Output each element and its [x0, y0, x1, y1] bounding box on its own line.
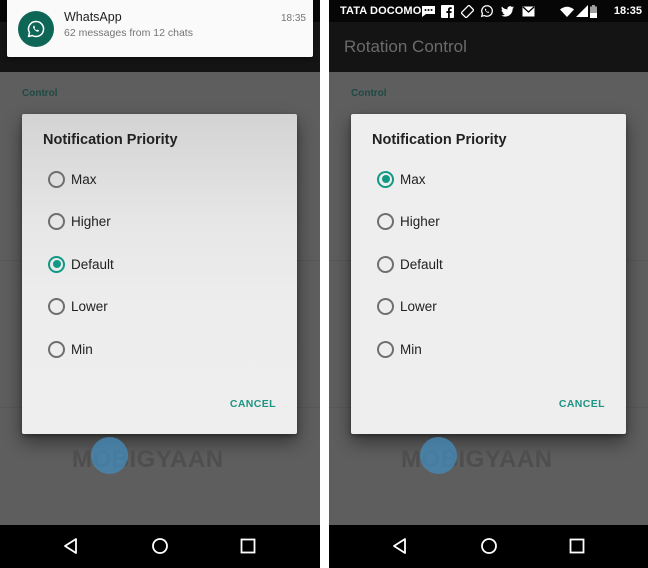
- signal-icon: [575, 4, 589, 18]
- notification-priority-dialog: Notification Priority Max Higher Default…: [351, 114, 626, 434]
- rotation-icon: [460, 4, 474, 18]
- option-label: Max: [400, 171, 426, 187]
- watermark-logo-icon: [91, 437, 128, 474]
- back-icon: [64, 538, 77, 554]
- watermark: MOBIGYAAN: [401, 437, 581, 476]
- email-icon: [521, 4, 535, 18]
- recents-icon: [569, 538, 585, 554]
- option-min[interactable]: Min: [48, 337, 278, 361]
- cancel-button[interactable]: CANCEL: [559, 398, 605, 410]
- option-label: Default: [71, 256, 114, 272]
- back-icon: [393, 538, 406, 554]
- option-higher[interactable]: Higher: [377, 209, 607, 233]
- option-max[interactable]: Max: [377, 167, 607, 191]
- option-label: Min: [71, 341, 93, 357]
- dialog-title: Notification Priority: [43, 132, 178, 148]
- back-button[interactable]: [60, 535, 82, 557]
- notification-priority-dialog: Notification Priority Max Higher Default…: [22, 114, 297, 434]
- recents-button[interactable]: [566, 535, 588, 557]
- facebook-icon: [440, 4, 454, 18]
- carrier-name: TATA DOCOMO: [340, 5, 422, 17]
- radio-button-checked[interactable]: [377, 170, 394, 188]
- option-lower[interactable]: Lower: [377, 294, 607, 318]
- option-min[interactable]: Min: [377, 337, 607, 361]
- cancel-button[interactable]: CANCEL: [230, 398, 276, 410]
- notification-text: 62 messages from 12 chats: [64, 27, 193, 39]
- watermark: MOBIGYAAN: [72, 437, 252, 476]
- recents-icon: [240, 538, 256, 554]
- message-icon: [420, 4, 436, 18]
- app-bar: Rotation Control: [329, 22, 648, 72]
- back-button[interactable]: [389, 535, 411, 557]
- option-default[interactable]: Default: [377, 252, 607, 276]
- option-lower[interactable]: Lower: [48, 294, 278, 318]
- home-icon: [481, 538, 497, 554]
- notification-time: 18:35: [280, 13, 306, 24]
- wifi-icon: [560, 4, 574, 18]
- option-label: Default: [400, 256, 443, 272]
- whatsapp-icon: [18, 11, 54, 47]
- right-phone-screen: TATA DOCOMO 18:35 Rotation Control Contr…: [329, 0, 648, 568]
- notification-title: WhatsApp: [64, 10, 122, 24]
- option-label: Min: [400, 341, 422, 357]
- navigation-bar: [329, 525, 648, 568]
- twitter-icon: [500, 4, 514, 18]
- battery-icon: [589, 4, 597, 18]
- option-label: Lower: [400, 298, 437, 314]
- option-max[interactable]: Max: [48, 167, 278, 191]
- option-label: Higher: [400, 213, 440, 229]
- radio-button[interactable]: [377, 340, 394, 358]
- dialog-title: Notification Priority: [372, 132, 507, 148]
- left-phone-screen: Control WhatsApp 62 messages from 12 cha…: [0, 0, 320, 568]
- heads-up-notification[interactable]: WhatsApp 62 messages from 12 chats 18:35: [7, 0, 313, 57]
- home-button[interactable]: [478, 535, 500, 557]
- section-header: Control: [22, 88, 58, 99]
- status-time: 18:35: [613, 5, 642, 17]
- option-label: Higher: [71, 213, 111, 229]
- home-button[interactable]: [149, 535, 171, 557]
- option-default[interactable]: Default: [48, 252, 278, 276]
- watermark-logo-icon: [420, 437, 457, 474]
- radio-button[interactable]: [377, 297, 394, 315]
- home-icon: [152, 538, 168, 554]
- section-header: Control: [351, 88, 387, 99]
- radio-button-checked[interactable]: [48, 255, 65, 273]
- navigation-bar: [0, 525, 320, 568]
- option-label: Max: [71, 171, 97, 187]
- status-bar: TATA DOCOMO 18:35: [329, 0, 648, 22]
- app-bar-title: Rotation Control: [344, 37, 467, 56]
- radio-button[interactable]: [48, 212, 65, 230]
- radio-button[interactable]: [48, 170, 65, 188]
- radio-button[interactable]: [48, 340, 65, 358]
- whatsapp-icon: [480, 4, 494, 18]
- option-higher[interactable]: Higher: [48, 209, 278, 233]
- radio-button[interactable]: [48, 297, 65, 315]
- radio-button[interactable]: [377, 255, 394, 273]
- option-label: Lower: [71, 298, 108, 314]
- recents-button[interactable]: [237, 535, 259, 557]
- radio-button[interactable]: [377, 212, 394, 230]
